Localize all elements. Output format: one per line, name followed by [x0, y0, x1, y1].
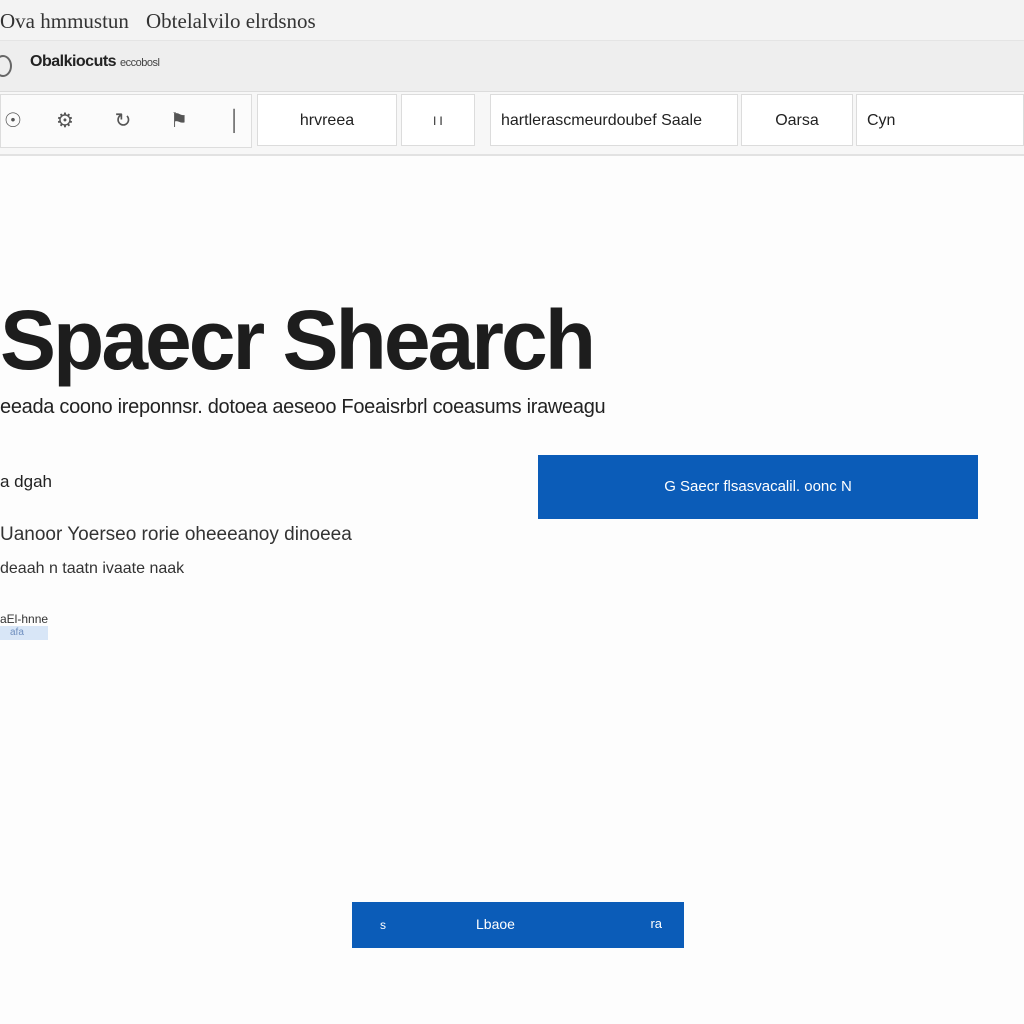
tab-4[interactable]: Oarsa [741, 94, 853, 146]
tab-3[interactable]: hartlerascmeurdoubef Saale [490, 94, 738, 146]
tab-2[interactable]: l I [401, 94, 475, 146]
tag-label: aEl-hnne [0, 612, 49, 626]
bottom-bar-left: s [380, 918, 386, 932]
refresh-icon[interactable]: ↻ [111, 109, 135, 133]
globe-icon[interactable]: ☉ [1, 109, 25, 133]
gear-icon[interactable]: ⚙ [53, 109, 77, 133]
bookmark-icon[interactable]: ⚑ [167, 109, 191, 133]
more-icon[interactable]: │ [223, 109, 247, 133]
back-icon[interactable] [0, 55, 12, 77]
tab-1[interactable]: hrvreea [257, 94, 397, 146]
page-subtitle: eeada coono ireponnsr. dotoea aeseoo Foe… [0, 396, 606, 418]
description-line-1: Uanoor Yoerseo rorie oheeeanoy dinoeea [0, 524, 352, 545]
window-title-left: Ova hmmustun [0, 9, 129, 33]
search-button[interactable]: G Saecr flsasvacalil. oonc N [538, 455, 978, 519]
address-suffix: eccobosl [120, 57, 160, 69]
tag-chip[interactable]: afa [0, 626, 48, 640]
window-title-right: Obtelalvilo elrdsnos [146, 9, 316, 33]
bottom-bar-right: ra [650, 916, 662, 931]
description-line-2: deaah n taatn ivaate naak [0, 560, 185, 577]
address-text[interactable]: Obalkiocuts eccobosl [30, 53, 160, 71]
bottom-bar-label: Lbaoe [476, 916, 515, 932]
address-main: Obalkiocuts [30, 53, 117, 70]
window-titlebar: Ova hmmustun Obtelalvilo elrdsnos [0, 0, 1024, 41]
section-label: a dgah [0, 472, 52, 491]
tab-5[interactable]: Cyn [856, 94, 1024, 146]
bottom-action-bar[interactable]: s Lbaoe ra [352, 902, 684, 948]
toolbar-icon-group: ☉ ⚙ ↻ ⚑ │ [0, 94, 252, 148]
address-bar[interactable]: Obalkiocuts eccobosl [0, 41, 1024, 92]
page-title: Spaecr Shearch [0, 293, 596, 387]
toolbar: ☉ ⚙ ↻ ⚑ │ hrvreea l I hartlerascmeurdoub… [0, 92, 1024, 156]
